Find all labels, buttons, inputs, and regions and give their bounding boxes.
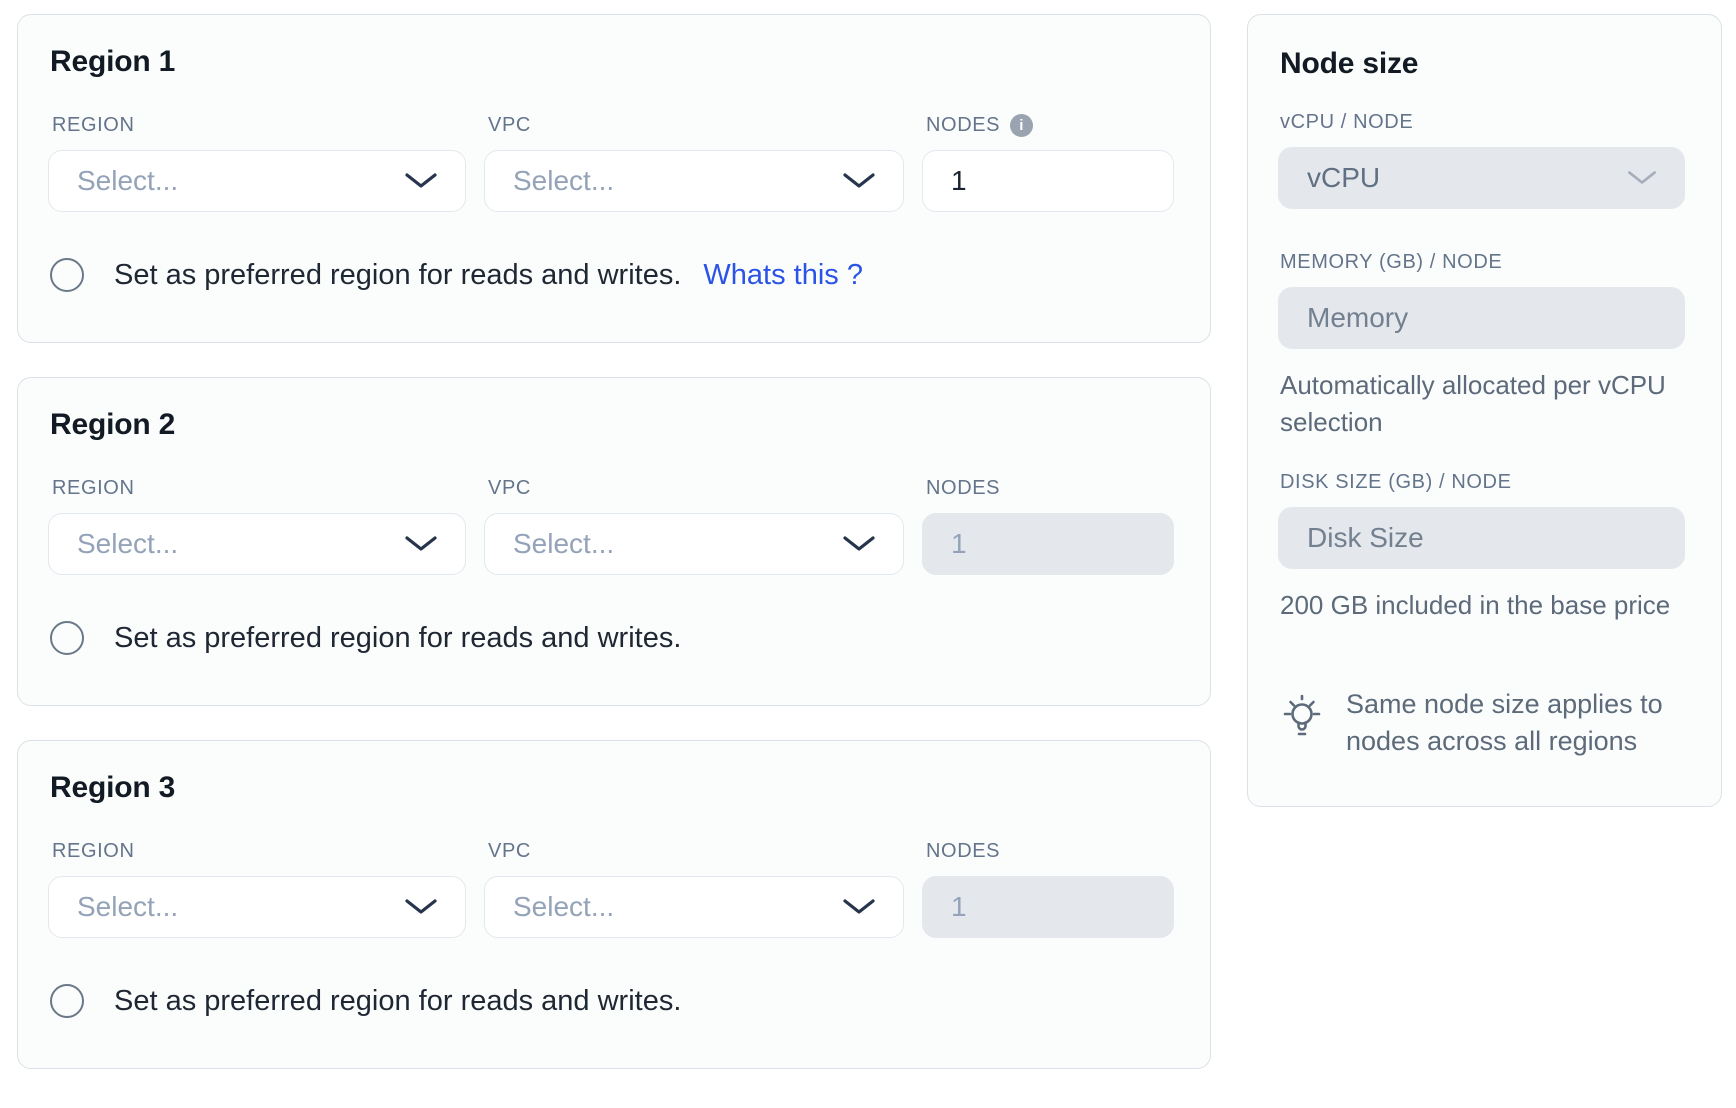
region-1-vpc-field: VPC Select...	[484, 113, 904, 212]
region-2-nodes-input	[922, 513, 1174, 575]
memory-helper-text: Automatically allocated per vCPU selecti…	[1280, 367, 1680, 441]
region-2-preferred-row: Set as preferred region for reads and wr…	[48, 621, 1174, 655]
region-3-vpc-select[interactable]: Select...	[484, 876, 904, 938]
chevron-down-icon	[839, 534, 879, 554]
preferred-region-label: Set as preferred region for reads and wr…	[114, 259, 681, 292]
memory-input	[1278, 287, 1685, 349]
chevron-down-icon	[839, 171, 879, 191]
region-1-nodes-field: NODES i	[922, 113, 1174, 212]
region-select-label: REGION	[52, 476, 466, 500]
region-2-title: Region 2	[50, 408, 1174, 442]
chevron-down-icon	[839, 897, 879, 917]
region-select-placeholder: Select...	[77, 165, 178, 197]
preferred-region-label: Set as preferred region for reads and wr…	[114, 985, 681, 1018]
region-1-nodes-input[interactable]	[922, 150, 1174, 212]
region-2-vpc-field: VPC Select...	[484, 476, 904, 575]
disk-helper-text: 200 GB included in the base price	[1280, 587, 1680, 624]
region-1-card: Region 1 REGION Select... VPC Select...	[17, 14, 1211, 343]
chevron-down-icon	[401, 534, 441, 554]
vpc-select-label: VPC	[488, 113, 904, 137]
region-2-region-select[interactable]: Select...	[48, 513, 466, 575]
region-2-nodes-field: NODES	[922, 476, 1174, 575]
vcpu-select-value: vCPU	[1307, 162, 1380, 194]
region-3-vpc-field: VPC Select...	[484, 839, 904, 938]
vcpu-group: vCPU / NODE vCPU	[1278, 111, 1685, 209]
vpc-select-placeholder: Select...	[513, 891, 614, 923]
region-3-title: Region 3	[50, 771, 1174, 805]
chevron-down-icon	[1624, 169, 1660, 187]
region-2-vpc-select[interactable]: Select...	[484, 513, 904, 575]
disk-size-group: DISK SIZE (GB) / NODE 200 GB included in…	[1278, 471, 1685, 624]
region-3-nodes-input	[922, 876, 1174, 938]
node-size-tip-text: Same node size applies to nodes across a…	[1346, 686, 1676, 761]
region-1-title: Region 1	[50, 45, 1174, 79]
info-icon[interactable]: i	[1010, 114, 1033, 137]
disk-size-input	[1278, 507, 1685, 569]
nodes-input-label: NODES	[926, 839, 1174, 863]
nodes-input-label: NODES	[926, 114, 1000, 137]
region-3-nodes-field: NODES	[922, 839, 1174, 938]
region-3-region-select[interactable]: Select...	[48, 876, 466, 938]
nodes-input-label: NODES	[926, 476, 1174, 500]
lightbulb-icon	[1278, 688, 1326, 743]
region-select-label: REGION	[52, 839, 466, 863]
region-1-vpc-select[interactable]: Select...	[484, 150, 904, 212]
region-3-fields-row: REGION Select... VPC Select...	[48, 839, 1174, 938]
region-3-preferred-row: Set as preferred region for reads and wr…	[48, 984, 1174, 1018]
region-2-preferred-radio[interactable]	[50, 621, 84, 655]
region-select-placeholder: Select...	[77, 891, 178, 923]
region-3-preferred-radio[interactable]	[50, 984, 84, 1018]
region-2-card: Region 2 REGION Select... VPC Select...	[17, 377, 1211, 706]
region-1-region-field: REGION Select...	[48, 113, 466, 212]
region-1-preferred-radio[interactable]	[50, 258, 84, 292]
node-size-title: Node size	[1280, 47, 1685, 81]
vpc-select-label: VPC	[488, 476, 904, 500]
disk-size-input-label: DISK SIZE (GB) / NODE	[1280, 471, 1685, 494]
memory-input-label: MEMORY (GB) / NODE	[1280, 251, 1685, 274]
vpc-select-placeholder: Select...	[513, 165, 614, 197]
vpc-select-placeholder: Select...	[513, 528, 614, 560]
preferred-region-label: Set as preferred region for reads and wr…	[114, 622, 681, 655]
region-2-region-field: REGION Select...	[48, 476, 466, 575]
region-2-fields-row: REGION Select... VPC Select...	[48, 476, 1174, 575]
chevron-down-icon	[401, 897, 441, 917]
node-size-panel: Node size vCPU / NODE vCPU MEMORY (GB) /…	[1247, 14, 1722, 807]
memory-group: MEMORY (GB) / NODE Automatically allocat…	[1278, 251, 1685, 441]
whats-this-link[interactable]: Whats this ?	[703, 259, 863, 292]
chevron-down-icon	[401, 171, 441, 191]
region-1-preferred-row: Set as preferred region for reads and wr…	[48, 258, 1174, 292]
region-3-card: Region 3 REGION Select... VPC Select...	[17, 740, 1211, 1069]
region-select-label: REGION	[52, 113, 466, 137]
region-3-region-field: REGION Select...	[48, 839, 466, 938]
vcpu-select-label: vCPU / NODE	[1280, 111, 1685, 134]
region-select-placeholder: Select...	[77, 528, 178, 560]
region-1-region-select[interactable]: Select...	[48, 150, 466, 212]
node-size-tip: Same node size applies to nodes across a…	[1278, 686, 1685, 761]
region-1-fields-row: REGION Select... VPC Select...	[48, 113, 1174, 212]
cluster-configuration-page: Region 1 REGION Select... VPC Select...	[0, 0, 1736, 1089]
vpc-select-label: VPC	[488, 839, 904, 863]
regions-column: Region 1 REGION Select... VPC Select...	[17, 14, 1211, 1069]
vcpu-select[interactable]: vCPU	[1278, 147, 1685, 209]
